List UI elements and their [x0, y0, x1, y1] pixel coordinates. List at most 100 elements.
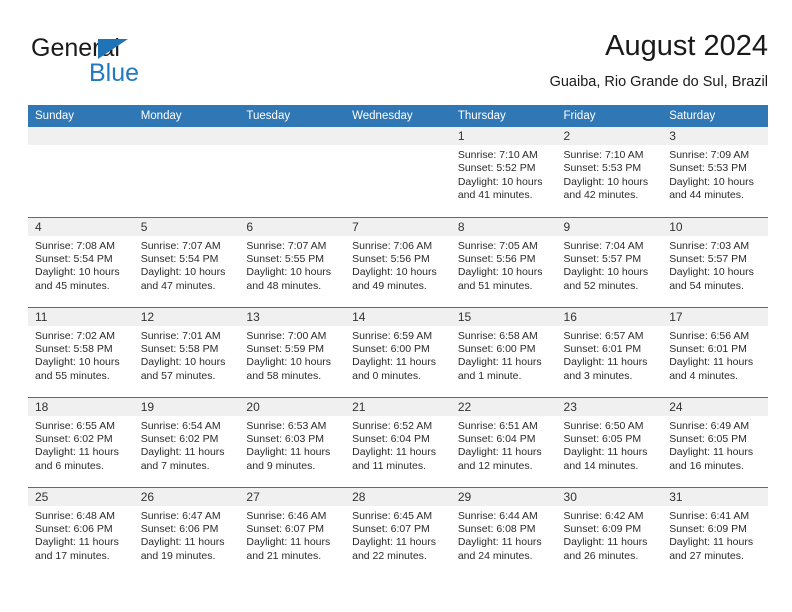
calendar-week-row: 11 Sunrise: 7:02 AM Sunset: 5:58 PM Dayligh…	[28, 306, 768, 397]
page-title: August 2024	[605, 30, 768, 62]
general-blue-logo[interactable]: General Blue	[31, 34, 261, 92]
sunrise-time: Sunrise: 6:54 AM	[140, 419, 221, 432]
calendar-day-cell[interactable]: 19 Sunrise: 6:54 AM Sunset: 6:02 PM Dayligh…	[133, 396, 240, 487]
calendar-day-cell[interactable]: 26 Sunrise: 6:47 AM Sunset: 6:06 PM Dayligh…	[133, 486, 240, 577]
day-number	[345, 127, 451, 145]
calendar-day-cell[interactable]: 22 Sunrise: 6:51 AM Sunset: 6:04 PM Dayligh…	[450, 396, 557, 487]
sunrise-time: Sunrise: 7:07 AM	[246, 239, 327, 252]
calendar-day-cell[interactable]: 2 Sunrise: 7:10 AM Sunset: 5:53 PM Daylight…	[556, 127, 663, 217]
daylight-duration-line1: Daylight: 10 hours	[457, 175, 543, 188]
weekday-header-monday: Monday	[133, 105, 240, 127]
calendar-day-cell[interactable]: 6 Sunrise: 7:07 AM Sunset: 5:55 PM Daylight…	[239, 216, 346, 307]
sunset-time: Sunset: 5:56 PM	[457, 252, 536, 265]
sunset-time: Sunset: 6:05 PM	[563, 432, 642, 445]
sunset-time: Sunset: 6:06 PM	[140, 522, 219, 535]
day-sun-info: Sunrise: 6:46 AM Sunset: 6:07 PM Daylight:…	[239, 506, 345, 564]
calendar-day-cell[interactable]: 14 Sunrise: 6:59 AM Sunset: 6:00 PM Dayligh…	[345, 306, 451, 397]
weekday-header-sunday: Sunday	[28, 105, 134, 127]
calendar-day-cell[interactable]: 21 Sunrise: 6:52 AM Sunset: 6:04 PM Dayligh…	[345, 396, 451, 487]
calendar-week-row: 1 Sunrise: 7:10 AM Sunset: 5:52 PM Daylight…	[28, 127, 768, 217]
calendar-day-cell[interactable]: 29 Sunrise: 6:44 AM Sunset: 6:08 PM Dayligh…	[450, 486, 557, 577]
sunset-time: Sunset: 6:04 PM	[352, 432, 430, 445]
calendar-day-cell[interactable]: 3 Sunrise: 7:09 AM Sunset: 5:53 PM Daylight…	[662, 127, 768, 217]
day-number: 21	[345, 397, 451, 416]
calendar-day-cell[interactable]: 5 Sunrise: 7:07 AM Sunset: 5:54 PM Daylight…	[133, 216, 240, 307]
daylight-duration-line2: and 1 minute.	[457, 369, 522, 382]
day-sun-info: Sunrise: 7:05 AM Sunset: 5:56 PM Daylight:…	[451, 236, 557, 294]
calendar-day-cell[interactable]: 15 Sunrise: 6:58 AM Sunset: 6:00 PM Dayligh…	[450, 306, 557, 397]
daylight-duration-line2: and 3 minutes.	[563, 369, 633, 382]
day-sun-info: Sunrise: 6:58 AM Sunset: 6:00 PM Daylight:…	[451, 326, 557, 384]
sunrise-time: Sunrise: 6:42 AM	[563, 509, 644, 522]
title-block: August 2024 Guaiba, Rio Grande do Sul, B…	[550, 28, 768, 93]
sunset-time: Sunset: 5:53 PM	[563, 162, 642, 175]
calendar-day-cell[interactable]: 4 Sunrise: 7:08 AM Sunset: 5:54 PM Daylight…	[28, 216, 134, 307]
daylight-duration-line1: Daylight: 11 hours	[352, 446, 436, 459]
logo-triangle-icon	[98, 39, 128, 59]
calendar-day-cell[interactable]: 17 Sunrise: 6:56 AM Sunset: 6:01 PM Dayligh…	[662, 306, 768, 397]
calendar-day-cell[interactable]: 8 Sunrise: 7:05 AM Sunset: 5:56 PM Daylight…	[450, 216, 557, 307]
day-number: 8	[450, 217, 557, 236]
sunset-time: Sunset: 5:57 PM	[669, 252, 747, 265]
daylight-duration-line1: Daylight: 11 hours	[352, 356, 436, 369]
calendar-day-cell[interactable]: 7 Sunrise: 7:06 AM Sunset: 5:56 PM Daylight…	[345, 216, 451, 307]
day-sun-info: Sunrise: 6:48 AM Sunset: 6:06 PM Daylight:…	[28, 506, 134, 564]
calendar-day-cell[interactable]: 16 Sunrise: 6:57 AM Sunset: 6:01 PM Dayligh…	[556, 306, 663, 397]
sunset-time: Sunset: 6:07 PM	[352, 522, 430, 535]
daylight-duration-line1: Daylight: 11 hours	[563, 356, 648, 369]
sunset-time: Sunset: 5:52 PM	[457, 162, 536, 175]
daylight-duration-line2: and 19 minutes.	[140, 549, 216, 562]
day-sun-info: Sunrise: 7:06 AM Sunset: 5:56 PM Daylight:…	[345, 236, 451, 294]
sunrise-time: Sunrise: 6:56 AM	[669, 329, 750, 342]
calendar-day-cell[interactable]: 25 Sunrise: 6:48 AM Sunset: 6:06 PM Dayligh…	[28, 486, 134, 577]
daylight-duration-line1: Daylight: 11 hours	[669, 356, 754, 369]
day-number: 2	[556, 127, 663, 145]
sunset-time: Sunset: 6:00 PM	[457, 342, 536, 355]
calendar-day-cell[interactable]: 20 Sunrise: 6:53 AM Sunset: 6:03 PM Dayligh…	[239, 396, 346, 487]
calendar-day-cell[interactable]: 1 Sunrise: 7:10 AM Sunset: 5:52 PM Daylight…	[450, 127, 557, 217]
day-number: 23	[556, 397, 663, 416]
day-number: 12	[133, 307, 240, 326]
day-sun-info: Sunrise: 7:09 AM Sunset: 5:53 PM Daylight:…	[662, 145, 768, 203]
day-number	[28, 127, 134, 145]
calendar-day-cell[interactable]: 13 Sunrise: 7:00 AM Sunset: 5:59 PM Dayligh…	[239, 306, 346, 397]
daylight-duration-line1: Daylight: 10 hours	[35, 266, 120, 279]
calendar-day-cell[interactable]: 27 Sunrise: 6:46 AM Sunset: 6:07 PM Dayligh…	[239, 486, 346, 577]
calendar-day-cell[interactable]: 18 Sunrise: 6:55 AM Sunset: 6:02 PM Dayligh…	[28, 396, 134, 487]
weekday-header-wednesday: Wednesday	[345, 105, 451, 127]
day-number: 9	[556, 217, 663, 236]
daylight-duration-line2: and 55 minutes.	[35, 369, 110, 382]
sunrise-time: Sunrise: 7:07 AM	[140, 239, 221, 252]
day-sun-info: Sunrise: 7:03 AM Sunset: 5:57 PM Daylight:…	[662, 236, 768, 294]
sunrise-time: Sunrise: 6:41 AM	[669, 509, 750, 522]
day-number: 6	[239, 217, 346, 236]
calendar-day-cell[interactable]: 12 Sunrise: 7:01 AM Sunset: 5:58 PM Dayligh…	[133, 306, 240, 397]
sunset-time: Sunset: 5:57 PM	[563, 252, 642, 265]
day-number: 15	[450, 307, 557, 326]
calendar-header-row: Sunday Monday Tuesday Wednesday Thursday…	[28, 105, 768, 127]
sunrise-time: Sunrise: 6:51 AM	[457, 419, 538, 432]
daylight-duration-line2: and 44 minutes.	[669, 189, 744, 202]
day-sun-info: Sunrise: 6:52 AM Sunset: 6:04 PM Daylight:…	[345, 416, 451, 474]
daylight-duration-line1: Daylight: 10 hours	[563, 266, 649, 279]
day-number: 10	[662, 217, 768, 236]
calendar-day-cell[interactable]: 31 Sunrise: 6:41 AM Sunset: 6:09 PM Dayligh…	[662, 486, 768, 577]
daylight-duration-line2: and 9 minutes.	[246, 459, 316, 472]
sunrise-time: Sunrise: 6:59 AM	[352, 329, 433, 342]
calendar-day-cell[interactable]: 24 Sunrise: 6:49 AM Sunset: 6:05 PM Dayligh…	[662, 396, 768, 487]
daylight-duration-line1: Daylight: 10 hours	[246, 266, 332, 279]
day-sun-info: Sunrise: 6:50 AM Sunset: 6:05 PM Daylight:…	[557, 416, 663, 474]
sunrise-time: Sunrise: 7:00 AM	[246, 329, 327, 342]
calendar-day-cell[interactable]: 30 Sunrise: 6:42 AM Sunset: 6:09 PM Dayligh…	[556, 486, 663, 577]
calendar-day-cell[interactable]: 23 Sunrise: 6:50 AM Sunset: 6:05 PM Dayligh…	[556, 396, 663, 487]
calendar-day-cell[interactable]: 11 Sunrise: 7:02 AM Sunset: 5:58 PM Dayligh…	[28, 306, 134, 397]
daylight-duration-line2: and 7 minutes.	[140, 459, 210, 472]
calendar-page: General Blue August 2024 Guaiba, Rio Gra…	[0, 0, 792, 612]
calendar-day-cell[interactable]: 28 Sunrise: 6:45 AM Sunset: 6:07 PM Dayligh…	[345, 486, 451, 577]
daylight-duration-line1: Daylight: 11 hours	[563, 536, 648, 549]
calendar-body: 1 Sunrise: 7:10 AM Sunset: 5:52 PM Daylight…	[28, 127, 768, 577]
calendar-day-cell[interactable]: 9 Sunrise: 7:04 AM Sunset: 5:57 PM Daylight…	[556, 216, 663, 307]
day-sun-info: Sunrise: 6:44 AM Sunset: 6:08 PM Daylight:…	[451, 506, 557, 564]
daylight-duration-line1: Daylight: 10 hours	[669, 266, 754, 279]
calendar-day-cell[interactable]: 10 Sunrise: 7:03 AM Sunset: 5:57 PM Dayligh…	[662, 216, 768, 307]
